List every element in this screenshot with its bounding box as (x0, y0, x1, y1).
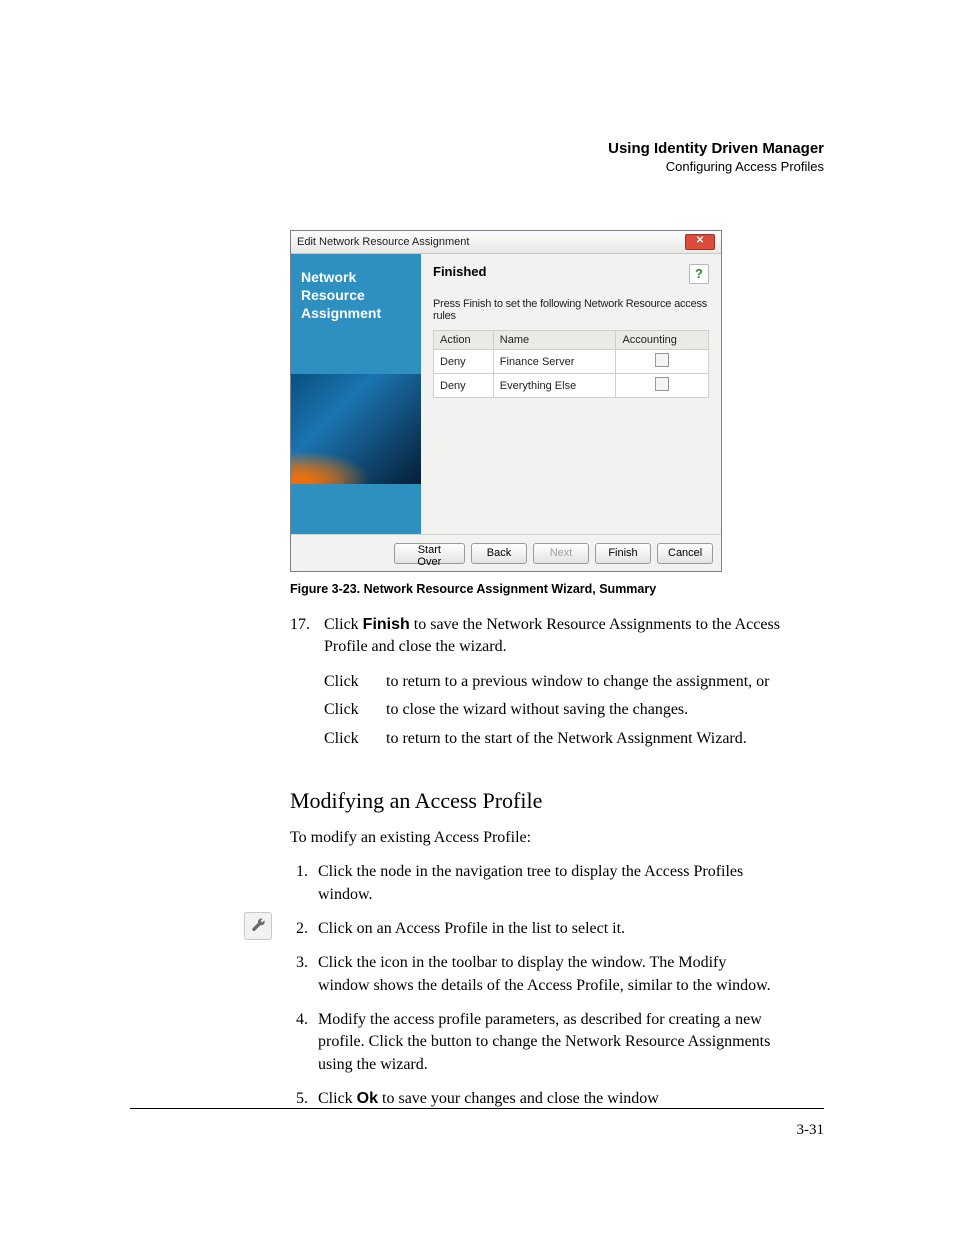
table-header-row: Action Name Accounting (434, 331, 709, 350)
section-heading: Modifying an Access Profile (290, 786, 780, 817)
checkbox-icon[interactable] (655, 377, 669, 391)
header-subtitle: Configuring Access Profiles (608, 159, 824, 174)
step-number: 17. (290, 614, 314, 768)
wrench-icon (249, 917, 267, 935)
list-item: Click the node in the navigation tree to… (312, 861, 780, 906)
rules-table: Action Name Accounting Deny Finance Serv… (433, 330, 709, 398)
page-number: 3-31 (797, 1122, 825, 1139)
click-row: Click to return to a previous window to … (324, 671, 780, 693)
cell-accounting (616, 374, 709, 398)
back-button[interactable]: Back (471, 543, 527, 564)
figure-caption: Figure 3-23. Network Resource Assignment… (290, 582, 780, 596)
table-row: Deny Finance Server (434, 350, 709, 374)
click-options: Click to return to a previous window to … (324, 671, 780, 750)
wizard-description: Press Finish to set the following Networ… (433, 298, 709, 322)
cell-action: Deny (434, 350, 494, 374)
sidebar-decorative-image (291, 374, 421, 484)
wizard-step-title: Finished (433, 264, 486, 279)
close-icon[interactable]: ✕ (685, 234, 715, 250)
click-row: Click to close the wizard without saving… (324, 699, 780, 721)
cell-name: Everything Else (493, 374, 616, 398)
col-name: Name (493, 331, 616, 350)
col-accounting: Accounting (616, 331, 709, 350)
wizard-dialog: Edit Network Resource Assignment ✕ Netwo… (290, 230, 722, 572)
list-item: Click on an Access Profile in the list t… (312, 918, 780, 940)
cell-action: Deny (434, 374, 494, 398)
dialog-title: Edit Network Resource Assignment (297, 231, 469, 253)
sidebar-line: Resource (301, 286, 411, 304)
footer-rule (130, 1108, 824, 1109)
modify-steps: Click the node in the navigation tree to… (290, 861, 780, 1111)
list-item: Click the icon in the toolbar to display… (312, 952, 780, 997)
start-over-button[interactable]: Start Over (394, 543, 465, 564)
cell-accounting (616, 350, 709, 374)
sidebar-line: Assignment (301, 304, 411, 322)
modify-toolbar-icon (244, 912, 272, 940)
wizard-main: Finished ? Press Finish to set the follo… (421, 254, 721, 534)
header-title: Using Identity Driven Manager (608, 140, 824, 157)
checkbox-icon[interactable] (655, 353, 669, 367)
cell-name: Finance Server (493, 350, 616, 374)
dialog-titlebar: Edit Network Resource Assignment ✕ (291, 231, 721, 254)
cancel-button[interactable]: Cancel (657, 543, 713, 564)
step-17: 17. Click Finish to save the Network Res… (290, 614, 780, 768)
help-icon[interactable]: ? (689, 264, 709, 284)
click-row: Click to return to the start of the Netw… (324, 728, 780, 750)
finish-button[interactable]: Finish (595, 543, 651, 564)
dialog-footer: Start Over Back Next Finish Cancel (291, 534, 721, 571)
wizard-sidebar: Network Resource Assignment (291, 254, 421, 534)
col-action: Action (434, 331, 494, 350)
list-item: Modify the access profile parameters, as… (312, 1009, 780, 1076)
page-header: Using Identity Driven Manager Configurin… (608, 140, 824, 174)
table-row: Deny Everything Else (434, 374, 709, 398)
sidebar-line: Network (301, 268, 411, 286)
step-text: Click Finish to save the Network Resourc… (324, 614, 780, 768)
next-button[interactable]: Next (533, 543, 589, 564)
section-intro: To modify an existing Access Profile: (290, 827, 780, 849)
